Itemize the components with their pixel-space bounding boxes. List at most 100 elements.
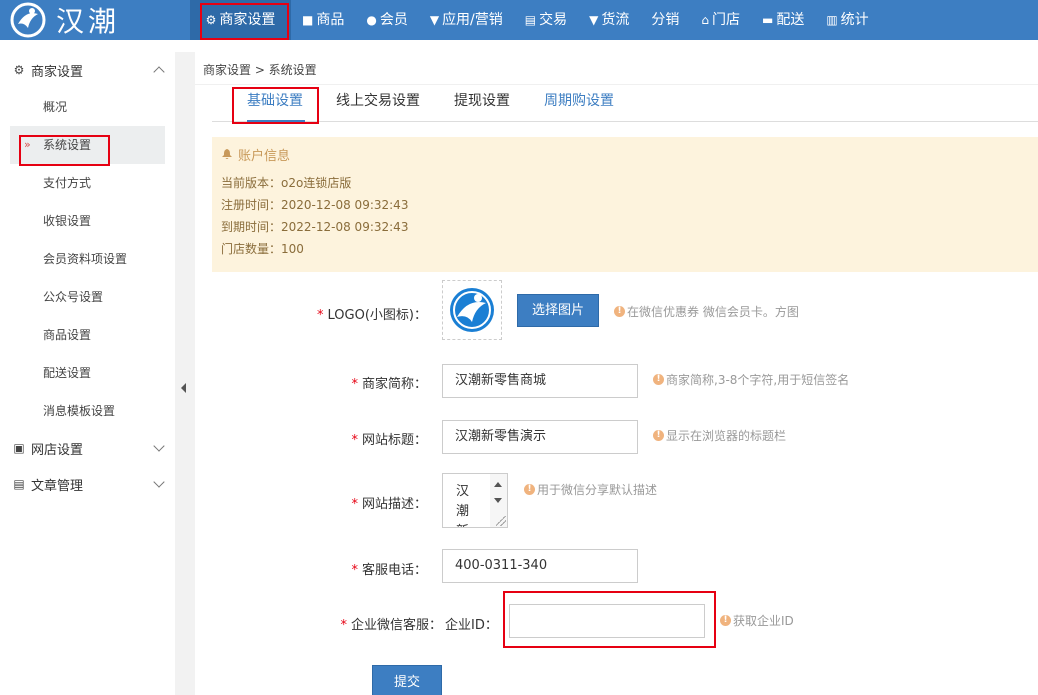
resize-handle-icon[interactable] [496, 516, 506, 526]
info-icon: ! [653, 430, 664, 441]
chevron-up-icon [153, 66, 165, 78]
site-desc-textarea[interactable]: 汉潮新 [442, 473, 508, 528]
app-icon: ▼ [429, 13, 440, 27]
nav-label: 货流 [601, 12, 630, 28]
item-label: 消息模板设置 [43, 404, 116, 418]
sidebar-section-articles[interactable]: ▤ 文章管理 [0, 466, 175, 502]
merchant-logo-icon [450, 288, 494, 332]
nav-trade[interactable]: ▤ 交易 [514, 0, 578, 40]
site-title-input[interactable]: 汉潮新零售演示 [442, 420, 638, 454]
account-expire-time: 到期时间：2022-12-08 09:32:43 [221, 220, 409, 234]
site-desc-label: * 网站描述： [351, 497, 427, 512]
corp-id-input[interactable] [509, 604, 705, 638]
collapse-sidebar-icon[interactable] [181, 383, 186, 393]
item-label: 配送设置 [43, 366, 92, 380]
scroll-up-icon[interactable] [494, 482, 502, 487]
site-title-hint: ! 显示在浏览器的标题栏 [653, 427, 786, 444]
section-label: 文章管理 [31, 478, 84, 494]
submit-button[interactable]: 提交 [372, 665, 442, 695]
sidebar-item-product-settings[interactable]: 商品设置 [0, 316, 175, 354]
sidebar-section-merchant[interactable]: ⚙ 商家设置 [0, 52, 175, 88]
bell-icon [222, 149, 232, 159]
choose-image-button[interactable]: 选择图片 [517, 294, 599, 327]
nav-apps-marketing[interactable]: ▼ 应用/营销 [419, 0, 514, 40]
textarea-scrollbar[interactable] [490, 474, 507, 527]
sidebar-item-payment[interactable]: 支付方式 [0, 164, 175, 202]
tab-periodic-purchase[interactable]: 周期购设置 [544, 86, 614, 122]
home-icon: ⌂ [701, 13, 709, 27]
scroll-down-icon[interactable] [494, 498, 502, 503]
chevron-down-icon [153, 476, 165, 488]
account-info-panel: 账户信息 当前版本：o2o连锁店版 注册时间：2020-12-08 09:32:… [212, 137, 1038, 272]
short-name-hint: ! 商家简称,3-8个字符,用于短信签名 [653, 371, 849, 388]
bar-chart-icon: ▥ [826, 13, 838, 27]
nav-statistics[interactable]: ▥ 统计 [815, 0, 879, 40]
logo-preview[interactable] [442, 280, 502, 340]
sidebar-item-member-fields[interactable]: 会员资料项设置 [0, 240, 175, 278]
nav-label: 交易 [539, 12, 568, 28]
top-bar: 汉潮 ⚙ 商家设置 ■ 商品 ● 会员 ▼ 应用/营销 ▤ 交易 ▼ 货流 分销 ⌂ 门店 ▬… [0, 0, 1038, 40]
product-icon: ■ [302, 13, 314, 27]
nav-products[interactable]: ■ 商品 [291, 0, 355, 40]
item-label: 会员资料项设置 [43, 252, 128, 266]
section-label: 网店设置 [31, 442, 84, 458]
nav-label: 统计 [840, 12, 869, 28]
phone-input[interactable]: 400-0311-340 [442, 549, 638, 583]
sidebar-divider [175, 52, 195, 695]
account-title-text: 账户信息 [238, 149, 291, 164]
sidebar-item-system-settings[interactable]: » 系统设置 [10, 126, 165, 164]
logo-label: * LOGO(小图标)： [317, 308, 427, 323]
site-desc-hint: ! 用于微信分享默认描述 [524, 481, 657, 498]
short-name-label: * 商家简称： [351, 377, 427, 392]
truck-icon: ▼ [589, 13, 599, 27]
nav-members[interactable]: ● 会员 [355, 0, 418, 40]
user-icon: ● [366, 13, 377, 27]
info-icon: ! [614, 306, 625, 317]
delivery-icon: ▬ [761, 13, 774, 27]
sidebar-item-official-account[interactable]: 公众号设置 [0, 278, 175, 316]
main-nav: ⚙ 商家设置 ■ 商品 ● 会员 ▼ 应用/营销 ▤ 交易 ▼ 货流 分销 ⌂ 门店 ▬ 配送 … [190, 0, 880, 40]
nav-label: 门店 [711, 12, 740, 28]
item-label: 系统设置 [43, 138, 92, 152]
sidebar-item-delivery-settings[interactable]: 配送设置 [0, 354, 175, 392]
nav-label: 会员 [379, 12, 408, 28]
get-corp-id-link[interactable]: ! 获取企业ID [720, 612, 794, 629]
brand-logo-icon [10, 2, 46, 38]
brand[interactable]: 汉潮 [0, 0, 190, 40]
tab-withdrawal[interactable]: 提现设置 [454, 86, 510, 122]
section-label: 商家设置 [31, 64, 84, 80]
account-info-title: 账户信息 [222, 145, 290, 164]
settings-tabs: 基础设置 线上交易设置 提现设置 周期购设置 [212, 86, 1038, 122]
nav-merchant-settings[interactable]: ⚙ 商家设置 [190, 0, 291, 40]
item-label: 收银设置 [43, 214, 92, 228]
sidebar-item-cashier[interactable]: 收银设置 [0, 202, 175, 240]
info-icon: ! [653, 374, 664, 385]
gear-icon: ⚙ [13, 63, 25, 77]
nav-label: 商品 [316, 12, 345, 28]
phone-label: * 客服电话： [351, 563, 427, 578]
sidebar-item-overview[interactable]: 概况 [0, 88, 175, 126]
account-version: 当前版本：o2o连锁店版 [221, 176, 352, 190]
nav-logistics[interactable]: ▼ 货流 [578, 0, 640, 40]
item-label: 公众号设置 [43, 290, 104, 304]
article-icon: ▤ [13, 477, 25, 491]
short-name-input[interactable]: 汉潮新零售商城 [442, 364, 638, 398]
tab-basic-settings[interactable]: 基础设置 [247, 86, 305, 122]
tab-online-trade[interactable]: 线上交易设置 [336, 86, 420, 122]
site-desc-value: 汉潮新 [456, 484, 470, 527]
store-icon: ▣ [13, 441, 25, 455]
item-label: 支付方式 [43, 176, 92, 190]
sidebar-spacer [0, 40, 190, 52]
nav-delivery[interactable]: ▬ 配送 [751, 0, 815, 40]
brand-name: 汉潮 [56, 5, 121, 38]
nav-label: 应用/营销 [442, 12, 503, 28]
sidebar-item-message-templates[interactable]: 消息模板设置 [0, 392, 175, 430]
nav-stores[interactable]: ⌂ 门店 [690, 0, 751, 40]
breadcrumb-divider [195, 84, 1038, 85]
nav-distribution[interactable]: 分销 [640, 0, 690, 40]
sidebar-section-store[interactable]: ▣ 网店设置 [0, 430, 175, 466]
info-icon: ! [524, 484, 535, 495]
nav-label: 配送 [776, 12, 805, 28]
account-register-time: 注册时间：2020-12-08 09:32:43 [221, 198, 409, 212]
item-label: 商品设置 [43, 328, 92, 342]
